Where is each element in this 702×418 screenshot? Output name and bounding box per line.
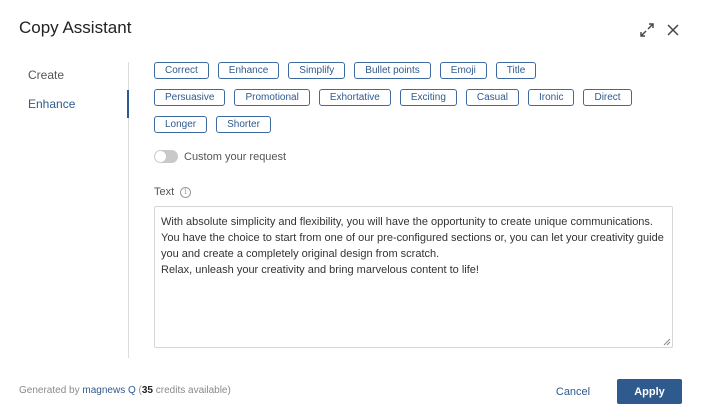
chip-simplify[interactable]: Simplify	[288, 62, 346, 79]
text-label-row: Text i	[154, 186, 192, 198]
dialog-header: Copy Assistant	[0, 0, 702, 58]
chip-bullet-points[interactable]: Bullet points	[354, 62, 431, 79]
chip-title[interactable]: Title	[495, 62, 537, 79]
chip-direct[interactable]: Direct	[583, 89, 632, 106]
dialog-title: Copy Assistant	[19, 18, 132, 37]
expand-button[interactable]	[637, 20, 657, 40]
chip-casual[interactable]: Casual	[465, 89, 520, 106]
chip-longer[interactable]: Longer	[154, 116, 208, 133]
chip-persuasive[interactable]: Persuasive	[154, 89, 226, 106]
chip-row: Persuasive Promotional Exhortative Excit…	[154, 89, 674, 106]
sidebar-nav: Create Enhance	[0, 62, 129, 358]
chip-emoji[interactable]: Emoji	[439, 62, 487, 79]
chip-enhance[interactable]: Enhance	[217, 62, 280, 79]
apply-button[interactable]: Apply	[617, 379, 682, 404]
chip-correct[interactable]: Correct	[154, 62, 209, 79]
custom-request-toggle[interactable]	[154, 150, 178, 163]
chip-row: Correct Enhance Simplify Bullet points E…	[154, 62, 674, 79]
chip-shorter[interactable]: Shorter	[216, 116, 271, 133]
chip-row: Longer Shorter	[154, 116, 674, 133]
chip-exhortative[interactable]: Exhortative	[318, 89, 391, 106]
nav-item-enhance[interactable]: Enhance	[28, 97, 75, 111]
custom-request-label: Custom your request	[184, 150, 287, 163]
text-field-label: Text	[154, 186, 175, 198]
chip-promotional[interactable]: Promotional	[234, 89, 310, 106]
credits-text: credits available)	[155, 385, 231, 396]
nav-active-indicator	[127, 90, 129, 118]
toggle-knob	[155, 151, 166, 162]
credits-count: 35	[141, 385, 153, 396]
chip-exciting[interactable]: Exciting	[399, 89, 457, 106]
custom-request-row: Custom your request	[154, 150, 286, 163]
expand-icon	[640, 23, 654, 37]
generated-by-text: Generated by	[19, 385, 80, 396]
nav-item-create[interactable]: Create	[28, 68, 64, 82]
close-icon	[667, 24, 679, 36]
text-input[interactable]	[154, 206, 673, 348]
credits-note: Generated by magnews Q (35 credits avail…	[19, 385, 231, 396]
enhance-options: Correct Enhance Simplify Bullet points E…	[154, 62, 674, 143]
brand-link[interactable]: magnews Q	[82, 385, 135, 396]
chip-ironic[interactable]: Ironic	[528, 89, 575, 106]
cancel-button[interactable]: Cancel	[546, 379, 600, 404]
info-icon[interactable]: i	[180, 186, 192, 198]
close-button[interactable]	[663, 20, 683, 40]
resize-handle-icon[interactable]	[662, 337, 671, 346]
